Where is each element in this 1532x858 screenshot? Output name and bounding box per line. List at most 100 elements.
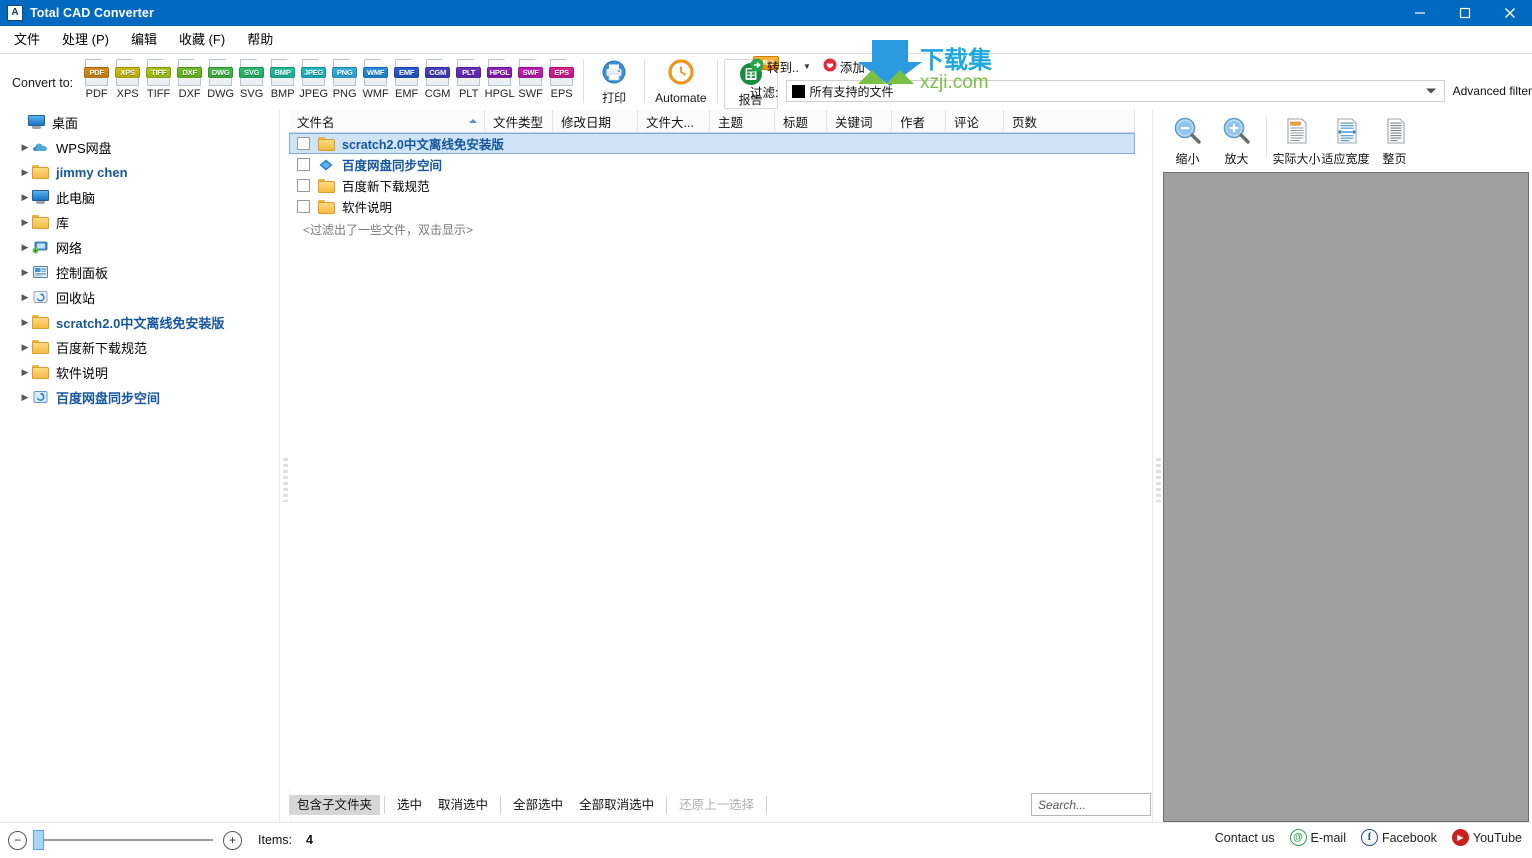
selection-button[interactable]: 全部选中 xyxy=(505,795,571,816)
automate-button[interactable]: Automate xyxy=(651,59,710,104)
column-header[interactable]: 页数 xyxy=(1004,109,1135,133)
tree-item[interactable]: 桌面 xyxy=(0,110,278,135)
minus-circle-icon[interactable]: − xyxy=(8,830,27,850)
column-header[interactable]: 主题 xyxy=(710,109,775,133)
format-button-swf[interactable]: SWF SWF xyxy=(515,59,546,100)
tree-item[interactable]: ▶ 软件说明 xyxy=(0,360,278,385)
whole-page-button[interactable]: 整页 xyxy=(1370,116,1419,165)
format-button-bmp[interactable]: BMP BMP xyxy=(267,59,298,100)
format-button-png[interactable]: PNG PNG xyxy=(329,59,360,100)
format-button-pdf[interactable]: PDF PDF xyxy=(81,59,112,100)
preview-divider xyxy=(1266,118,1267,158)
tree-item[interactable]: ▶ WPS网盘 xyxy=(0,135,278,160)
column-header[interactable]: 修改日期 xyxy=(553,109,638,133)
email-link[interactable]: @ E-mail xyxy=(1289,829,1346,846)
column-header[interactable]: 作者 xyxy=(892,109,946,133)
add-label: 添加 xyxy=(839,61,865,75)
chevron-right-icon[interactable]: ▶ xyxy=(18,343,32,352)
tree-item[interactable]: ▶ 网络 xyxy=(0,235,278,260)
menu-item-help[interactable]: 帮助 xyxy=(247,33,273,46)
chevron-right-icon[interactable]: ▶ xyxy=(18,168,32,177)
file-list-header[interactable]: 文件名 文件类型 修改日期 文件大... 主题 标题 关键词 作者 评论 页数 xyxy=(289,109,1135,133)
menu-item-file[interactable]: 文件 xyxy=(14,33,40,46)
format-button-jpeg[interactable]: JPEG JPEG xyxy=(298,59,329,100)
youtube-link[interactable]: ▶ YouTube xyxy=(1451,829,1522,846)
tree-item[interactable]: ▶ 百度新下载规范 xyxy=(0,335,278,360)
chevron-right-icon[interactable]: ▶ xyxy=(18,193,32,202)
slider-thumb[interactable] xyxy=(33,830,44,850)
chevron-right-icon[interactable]: ▶ xyxy=(18,143,32,152)
close-icon[interactable] xyxy=(1487,0,1532,26)
selection-button[interactable]: 选中 xyxy=(389,795,430,816)
format-button-svg[interactable]: SVG SVG xyxy=(236,59,267,100)
chevron-down-icon[interactable]: ▼ xyxy=(803,62,811,71)
menu-item-process[interactable]: 处理 (P) xyxy=(62,33,109,46)
chevron-right-icon[interactable]: ▶ xyxy=(18,318,32,327)
goto-button[interactable]: 转到.. ▼ xyxy=(750,57,811,76)
tree-item[interactable]: ▶ 控制面板 xyxy=(0,260,278,285)
format-button-tiff[interactable]: TIFF TIFF xyxy=(143,59,174,100)
selection-button[interactable]: 全部取消选中 xyxy=(571,795,662,816)
column-header[interactable]: 关键词 xyxy=(827,109,892,133)
row-checkbox[interactable] xyxy=(297,158,310,171)
format-button-xps[interactable]: XPS XPS xyxy=(112,59,143,100)
search-input[interactable]: Search... xyxy=(1031,793,1151,816)
facebook-link[interactable]: f Facebook xyxy=(1360,829,1437,846)
tree-item[interactable]: ▶ 库 xyxy=(0,210,278,235)
format-button-emf[interactable]: EMF EMF xyxy=(391,59,422,100)
format-button-wmf[interactable]: WMF WMF xyxy=(360,59,391,100)
plus-circle-icon[interactable]: + xyxy=(223,830,242,850)
chevron-right-icon[interactable]: ▶ xyxy=(18,368,32,377)
menu-item-edit[interactable]: 编辑 xyxy=(131,33,157,46)
chevron-right-icon[interactable]: ▶ xyxy=(18,293,32,302)
preview-canvas[interactable] xyxy=(1163,172,1529,822)
column-header[interactable]: 标题 xyxy=(775,109,827,133)
column-header[interactable]: 文件类型 xyxy=(485,109,553,133)
selection-button[interactable]: 包含子文件夹 xyxy=(289,794,381,816)
tree-item[interactable]: ▶ 此电脑 xyxy=(0,185,278,210)
filter-dropdown[interactable]: 所有支持的文件 xyxy=(786,80,1445,102)
table-row[interactable]: 百度新下载规范 xyxy=(289,175,1135,196)
minimize-icon[interactable] xyxy=(1397,0,1442,26)
table-row[interactable]: 软件说明 xyxy=(289,196,1135,217)
format-button-dwg[interactable]: DWG DWG xyxy=(205,59,236,100)
row-checkbox[interactable] xyxy=(297,137,310,150)
print-button[interactable]: 打印 xyxy=(590,59,638,104)
zoom-out-button[interactable]: 缩小 xyxy=(1163,116,1212,165)
format-button-plt[interactable]: PLT PLT xyxy=(453,59,484,100)
zoom-in-button[interactable]: 放大 xyxy=(1212,116,1261,165)
heart-icon xyxy=(823,58,837,75)
chevron-right-icon[interactable]: ▶ xyxy=(18,243,32,252)
filtered-note[interactable]: <过滤出了一些文件，双击显示> xyxy=(289,221,1135,238)
format-button-eps[interactable]: EPS EPS xyxy=(546,59,577,100)
advanced-filter-link[interactable]: Advanced filter xyxy=(1453,84,1532,98)
tree-item[interactable]: ▶ 回收站 xyxy=(0,285,278,310)
format-button-dxf[interactable]: DXF DXF xyxy=(174,59,205,100)
chevron-right-icon[interactable]: ▶ xyxy=(18,393,32,402)
maximize-icon[interactable] xyxy=(1442,0,1487,26)
row-checkbox[interactable] xyxy=(297,179,310,192)
column-header[interactable]: 文件名 xyxy=(289,109,485,133)
tree-item[interactable]: ▶ jimmy chen xyxy=(0,160,278,185)
format-button-hpgl[interactable]: HPGL HPGL xyxy=(484,59,515,100)
file-list-body[interactable]: scratch2.0中文离线免安装版 百度网盘同步空间 百度新下载规范 软件说明 xyxy=(289,133,1135,217)
table-row[interactable]: scratch2.0中文离线免安装版 xyxy=(289,133,1135,154)
chevron-down-icon[interactable] xyxy=(1425,88,1436,94)
row-checkbox[interactable] xyxy=(297,200,310,213)
column-header[interactable]: 文件大... xyxy=(638,109,710,133)
thumbnail-size-slider[interactable] xyxy=(33,830,213,850)
table-row[interactable]: 百度网盘同步空间 xyxy=(289,154,1135,175)
fit-width-button[interactable]: 适应宽度 xyxy=(1321,116,1370,165)
chevron-right-icon[interactable]: ▶ xyxy=(18,218,32,227)
tree-item[interactable]: ▶ scratch2.0中文离线免安装版 xyxy=(0,310,278,335)
menu-item-favorites[interactable]: 收藏 (F) xyxy=(179,33,225,46)
tree-item[interactable]: ▶ 百度网盘同步空间 xyxy=(0,385,278,410)
column-header[interactable]: 评论 xyxy=(946,109,1004,133)
chevron-right-icon[interactable]: ▶ xyxy=(18,268,32,277)
format-button-cgm[interactable]: CGM CGM xyxy=(422,59,453,100)
folder-tree[interactable]: 桌面 ▶ WPS网盘 ▶ jimmy chen ▶ 此电脑 ▶ 库 ▶ 网络 ▶ 控制面板 ▶ 回收站 ▶ sc… xyxy=(0,110,278,822)
add-favorite-button[interactable]: 添加 xyxy=(823,57,865,76)
list-preview-splitter[interactable] xyxy=(1152,110,1163,822)
actual-size-button[interactable]: 实际大小 xyxy=(1272,116,1321,165)
selection-button[interactable]: 取消选中 xyxy=(430,795,496,816)
